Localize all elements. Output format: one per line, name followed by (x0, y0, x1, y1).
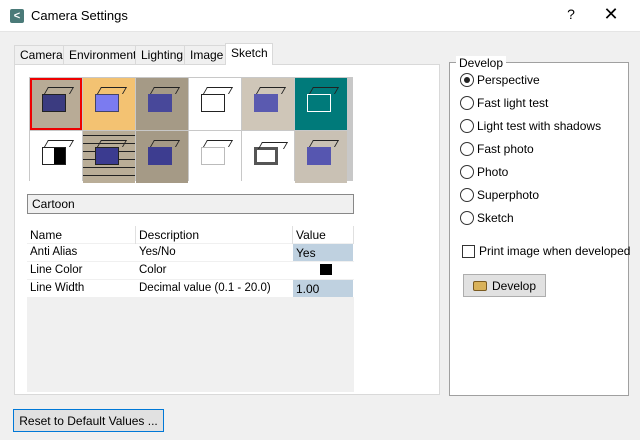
style-thumb-stipple[interactable] (242, 78, 294, 130)
radio-icon (460, 188, 474, 202)
row-name: Anti Alias (30, 246, 78, 258)
tab-image[interactable]: Image (184, 45, 226, 64)
radio-photo[interactable]: Photo (460, 163, 508, 181)
radio-label: Fast light test (477, 96, 549, 110)
style-thumb-pointillism[interactable] (136, 131, 188, 183)
style-thumb-outline[interactable] (189, 78, 241, 130)
style-thumb-shaded[interactable] (83, 78, 135, 130)
style-thumb-noise[interactable] (295, 131, 347, 183)
row-name: Line Width (30, 282, 85, 294)
window-title: Camera Settings (31, 8, 128, 23)
color-swatch (320, 264, 332, 275)
close-button[interactable]: ✕ (596, 4, 626, 28)
radio-light-test-shadows[interactable]: Light test with shadows (460, 117, 601, 135)
tab-camera[interactable]: Camera (14, 45, 64, 64)
line-width-value[interactable]: 1.00 (293, 280, 353, 297)
radio-superphoto[interactable]: Superphoto (460, 186, 539, 204)
radio-label: Sketch (477, 211, 514, 225)
help-button[interactable]: ? (560, 6, 582, 26)
develop-group (449, 62, 629, 396)
style-thumb-silhouette[interactable] (30, 131, 82, 183)
print-checkbox[interactable]: Print image when developed (462, 244, 630, 258)
selected-style-name: Cartoon (27, 194, 354, 214)
table-header: Name Description Value (27, 226, 354, 244)
radio-sketch[interactable]: Sketch (460, 209, 514, 227)
radio-label: Perspective (477, 73, 540, 87)
tab-environment[interactable]: Environment (63, 45, 136, 64)
checkbox-icon (462, 244, 475, 258)
header-description[interactable]: Description (136, 226, 293, 244)
style-thumb-pencil[interactable] (189, 131, 241, 183)
radio-label: Fast photo (477, 142, 534, 156)
radio-icon (460, 73, 474, 87)
header-name[interactable]: Name (27, 226, 136, 244)
develop-button[interactable]: Develop (463, 274, 546, 297)
style-thumb-chalk[interactable] (295, 78, 347, 130)
develop-group-label: Develop (456, 56, 507, 70)
app-icon: < (10, 9, 24, 23)
row-name: Line Color (30, 264, 83, 276)
header-value[interactable]: Value (293, 226, 354, 244)
radio-icon (460, 211, 474, 225)
print-label: Print image when developed (479, 244, 631, 258)
radio-fast-light-test[interactable]: Fast light test (460, 94, 548, 112)
style-thumb-thick-line[interactable] (242, 131, 294, 183)
sketch-style-grid (29, 77, 353, 183)
properties-table: Name Description Value Anti Alias Yes/No… (27, 226, 354, 392)
style-thumb-painted[interactable] (136, 78, 188, 130)
radio-icon (460, 165, 474, 179)
anti-alias-value[interactable]: Yes (293, 244, 353, 261)
style-thumb-cartoon[interactable] (30, 78, 82, 130)
radio-icon (460, 96, 474, 110)
row-description: Yes/No (139, 246, 176, 258)
radio-label: Superphoto (477, 188, 540, 202)
radio-fast-photo[interactable]: Fast photo (460, 140, 534, 158)
reset-defaults-button[interactable]: Reset to Default Values ... (13, 409, 164, 432)
table-row: Line Color Color (27, 262, 354, 280)
row-description: Decimal value (0.1 - 20.0) (139, 282, 271, 294)
radio-label: Light test with shadows (477, 119, 602, 133)
row-description: Color (139, 264, 167, 276)
tab-lighting[interactable]: Lighting (135, 45, 185, 64)
table-row: Anti Alias Yes/No Yes (27, 244, 354, 262)
radio-perspective[interactable]: Perspective (460, 71, 540, 89)
style-thumb-mosaic[interactable] (83, 131, 135, 183)
table-row: Line Width Decimal value (0.1 - 20.0) 1.… (27, 280, 354, 298)
tab-sketch[interactable]: Sketch (225, 43, 273, 65)
radio-label: Photo (477, 165, 509, 179)
line-color-value[interactable] (293, 262, 353, 279)
radio-icon (460, 142, 474, 156)
radio-icon (460, 119, 474, 133)
camera-icon (472, 280, 487, 291)
develop-button-label: Develop (491, 278, 537, 293)
